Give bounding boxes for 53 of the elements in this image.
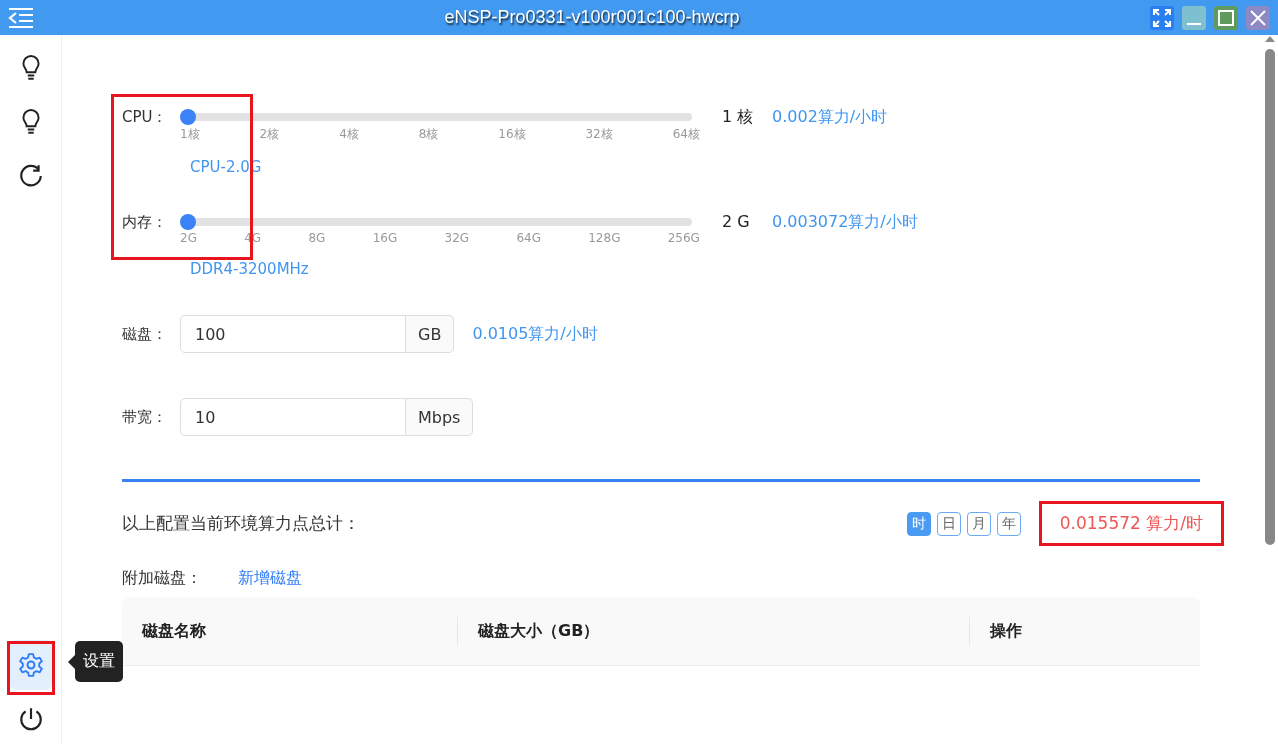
input-field[interactable]: 100 [180,315,406,353]
highlight-frame [7,641,55,695]
field-label: 内存： [122,212,168,232]
slider-value: 2 G [722,212,751,232]
add-disk-link[interactable]: 新增磁盘 [238,568,302,589]
price-text: 0.002算力/小时 [772,107,888,127]
column-header: 磁盘名称 [142,620,206,642]
spec-text: DDR4-3200MHz [190,260,309,278]
tooltip: 设置 [68,641,123,682]
tick-label: 2核 [259,126,280,143]
unit-addon: Mbps [406,398,474,436]
tick-label: 8G [308,231,326,245]
power-icon [17,706,44,732]
tick-label: 256G [667,231,700,245]
settings-icon [17,652,44,678]
tick-label: 64核 [672,126,700,143]
period-toggle[interactable]: 月 [966,511,991,536]
tick-label: 128G [588,231,621,245]
tick-label: 4核 [339,126,359,143]
total-amount: 0.015572 算力/时 [1038,501,1224,546]
tick-label: 32G [444,231,470,245]
window-title: eNSP-Pro0331-v100r001c100-hwcrp [443,7,741,28]
attached-disk-label: 附加磁盘： [122,568,202,589]
period-toggle[interactable]: 日 [936,511,961,536]
tick-label: 2G [180,231,197,245]
minimize-button[interactable] [1182,5,1206,30]
fullscreen-button[interactable] [1150,5,1174,30]
field-label: 磁盘： [122,324,168,344]
maximize-button[interactable] [1214,5,1238,30]
slider-value: 1 核 [722,107,755,127]
price-text: 0.003072算力/小时 [772,212,918,232]
price-text: 0.0105算力/小时 [472,324,598,344]
slider-thumb[interactable] [180,214,196,230]
tick-label: 1核 [180,126,200,143]
tick-label: 32核 [585,126,613,143]
total-label: 以上配置当前环境算力点总计： [122,512,361,535]
column-header: 磁盘大小（GB） [478,620,600,642]
field-label: 带宽： [122,407,168,427]
tick-label: 64G [516,231,541,245]
settings-button[interactable] [8,640,53,690]
tick-label: 16核 [498,126,526,143]
tick-label: 16G [372,231,398,245]
field-label: CPU： [122,107,169,127]
menu-icon[interactable] [8,6,34,29]
column-header: 操作 [990,620,1022,642]
tick-label: 8核 [418,126,439,143]
refresh-icon [17,163,44,189]
unit-addon: GB [406,315,455,353]
input-field[interactable]: 10 [180,398,406,436]
close-button[interactable] [1246,5,1270,30]
minimize-icon [1187,22,1201,25]
slider-thumb[interactable] [180,109,196,125]
period-toggle[interactable]: 年 [996,511,1021,536]
